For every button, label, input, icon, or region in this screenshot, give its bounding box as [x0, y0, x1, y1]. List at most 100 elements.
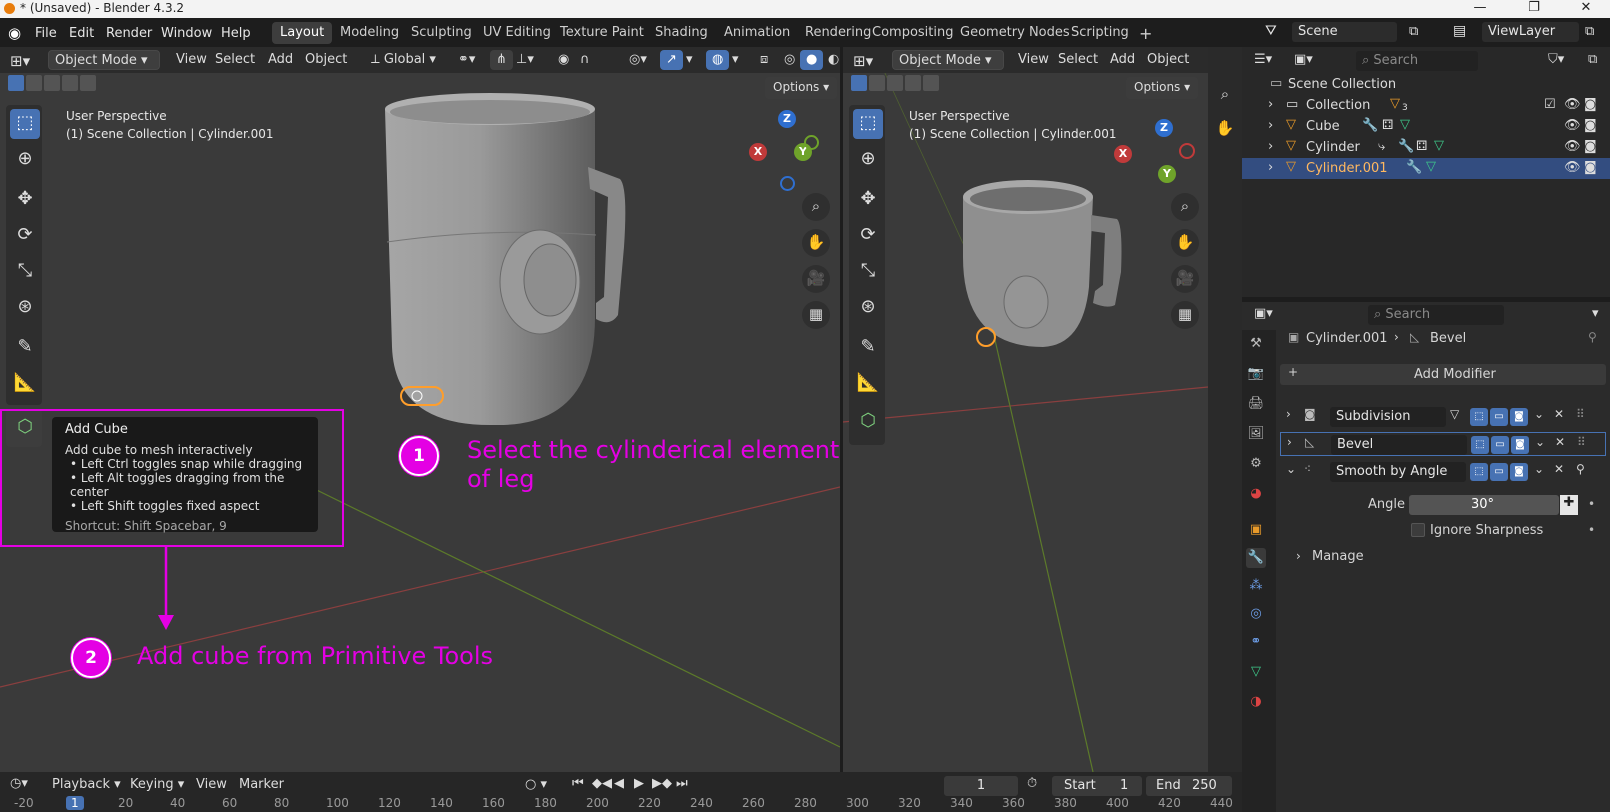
display-mode-icon[interactable]: ▣▾ [1288, 50, 1319, 70]
modifier-name-field[interactable]: Bevel [1331, 435, 1467, 455]
options-dropdown-right[interactable]: Options ▾ [1126, 77, 1199, 99]
view-layer-selector[interactable]: ViewLayer [1482, 22, 1579, 42]
editmode-toggle-icon[interactable]: ⬚ [1470, 463, 1488, 481]
outliner-row-cylinder-001[interactable]: › ▽ Cylinder.001 🔧 ▽ 👁 ◙ [1242, 158, 1610, 179]
drag-handle-icon[interactable]: ⠿ [1577, 435, 1586, 449]
viewport-toggle-icon[interactable]: ▭ [1491, 436, 1509, 454]
play-icon[interactable]: ▶ [634, 776, 644, 798]
keyframe-dot-icon[interactable]: • [1588, 497, 1595, 511]
menu-edit[interactable]: Edit [69, 26, 94, 41]
select-subtract-icon[interactable] [44, 75, 60, 91]
dropdown-icon[interactable]: ⌄ [1535, 435, 1545, 449]
new-view-layer-icon[interactable]: ⧉ [1585, 24, 1594, 39]
angle-field[interactable]: 30° [1409, 495, 1559, 515]
menu-object-right[interactable]: Object [1141, 50, 1195, 70]
material-shading-icon[interactable]: ◐ [822, 50, 840, 70]
select-extend-icon-right[interactable] [869, 75, 885, 91]
outliner-row-cube[interactable]: › ▽ Cube 🔧 ⚃ ▽ 👁 ◙ [1242, 116, 1610, 137]
expand-icon[interactable]: › [1268, 139, 1273, 154]
render-toggle-icon[interactable]: ◙ [1511, 436, 1529, 454]
rotate-icon-right[interactable]: ⟳ [853, 221, 883, 251]
editor-type-icon[interactable]: ⊞▾ [4, 50, 36, 70]
menu-render[interactable]: Render [106, 26, 152, 41]
minimize-button[interactable]: — [1460, 0, 1500, 18]
next-keyframe-icon[interactable]: ▶◆ [652, 776, 672, 798]
scene-selector[interactable]: Scene [1292, 22, 1397, 42]
render-toggle-icon[interactable]: ◙ [1510, 463, 1528, 481]
zoom-icon[interactable]: ⌕ [802, 193, 830, 221]
move-icon-right[interactable]: ✥ [853, 185, 883, 215]
close-button[interactable]: ✕ [1566, 0, 1606, 18]
expand-icon[interactable]: › [1268, 97, 1273, 112]
tab-modeling[interactable]: Modeling [332, 22, 407, 44]
outliner-row-cylinder[interactable]: › ▽ Cylinder ⤷ 🔧 ⚃ ▽ 👁 ◙ [1242, 137, 1610, 158]
properties-options-icon[interactable]: ▾ [1586, 304, 1605, 324]
new-scene-icon[interactable]: ⧉ [1409, 24, 1418, 39]
drag-handle-icon[interactable]: ⠿ [1576, 407, 1585, 421]
menu-select-right[interactable]: Select [1052, 50, 1104, 70]
pin-modifier-icon[interactable]: ⚲ [1576, 462, 1585, 476]
manage-label[interactable]: Manage [1312, 549, 1364, 564]
annotate-icon-right[interactable]: ✎ [853, 333, 883, 363]
exclude-checkbox-icon[interactable]: ☑ [1544, 97, 1556, 112]
orientation-dropdown[interactable]: ⟂ Global ▾ [365, 50, 442, 70]
xray-icon[interactable]: ⧈ [754, 50, 774, 70]
select-box-icon-right[interactable]: ⬚ [853, 109, 883, 139]
current-frame-field[interactable]: 1 [944, 776, 1018, 796]
add-cube-icon[interactable]: ⬡ [10, 413, 40, 443]
particles-tab-icon[interactable]: ⁂ [1246, 576, 1266, 596]
gizmo-y-axis-right[interactable]: Y [1158, 165, 1176, 183]
blender-menu-icon[interactable]: ◉ [8, 24, 21, 42]
eye-icon[interactable]: 👁 [1564, 139, 1581, 154]
outliner-row-scene-collection[interactable]: ▭ Scene Collection [1242, 74, 1610, 95]
falloff-icon[interactable]: ∩ [574, 50, 596, 70]
end-frame-field[interactable]: End 250 [1146, 776, 1232, 796]
outliner-row-collection[interactable]: › ▭ Collection ▽ 3 ☑ 👁 ◙ [1242, 95, 1610, 116]
editor-type-icon-right[interactable]: ⊞▾ [847, 50, 879, 70]
ignore-sharpness-checkbox[interactable] [1411, 523, 1425, 537]
menu-add[interactable]: Add [262, 50, 299, 70]
select-box-icon[interactable]: ⬚ [10, 109, 40, 139]
maximize-button[interactable]: ❐ [1514, 0, 1554, 18]
cursor-icon-right[interactable]: ⊕ [853, 145, 883, 175]
render-toggle-icon[interactable]: ◙ [1510, 408, 1528, 426]
keyframe-dot-icon[interactable]: • [1588, 523, 1595, 537]
pan-hand-icon-strip[interactable]: ✋ [1211, 115, 1239, 143]
add-cube-tool[interactable]: ⬡ [6, 409, 42, 447]
remove-modifier-icon[interactable]: ✕ [1554, 407, 1564, 421]
move-icon[interactable]: ✥ [10, 185, 40, 215]
measure-icon-right[interactable]: 📐 [853, 369, 883, 399]
physics-tab-icon[interactable]: ◎ [1246, 604, 1266, 624]
gizmo-neg-x-right[interactable] [1179, 143, 1195, 159]
render-tab-icon[interactable]: 📷 [1246, 364, 1266, 384]
viewport-right[interactable]: ⊞▾ Object Mode ▾ View Select Add Object … [843, 47, 1208, 772]
visibility-icon[interactable]: ◎▾ [623, 50, 653, 70]
pivot-icon[interactable]: ⚭▾ [452, 50, 481, 70]
tab-layout[interactable]: Layout [272, 22, 333, 44]
rotate-icon[interactable]: ⟳ [10, 221, 40, 251]
eye-icon[interactable]: 👁 [1564, 118, 1581, 133]
socket-toggle-icon[interactable]: ✚ [1560, 495, 1578, 515]
zoom-icon-strip[interactable]: ⌕ [1211, 81, 1239, 109]
add-cube-icon-right[interactable]: ⬡ [853, 407, 883, 437]
dropdown-icon[interactable]: ⌄ [1534, 407, 1544, 421]
view-layer-tab-icon[interactable]: 🖼 [1246, 424, 1266, 444]
scale-icon-right[interactable]: ⤡ [853, 257, 883, 287]
cursor-icon[interactable]: ⊕ [10, 145, 40, 175]
select-difference-icon-right[interactable] [905, 75, 921, 91]
tab-texture-paint[interactable]: Texture Paint [552, 22, 652, 44]
properties-editor-icon[interactable]: ▣▾ [1248, 304, 1279, 324]
outliner-editor-icon[interactable]: ☰▾ [1248, 50, 1278, 70]
menu-window[interactable]: Window [161, 26, 212, 41]
tab-shading[interactable]: Shading [647, 22, 716, 44]
mode-dropdown[interactable]: Object Mode ▾ [48, 50, 160, 70]
play-reverse-icon[interactable]: ◀ [614, 776, 624, 798]
tab-sculpting[interactable]: Sculpting [403, 22, 480, 44]
properties-search-input[interactable]: ⌕ Search [1368, 305, 1504, 325]
options-dropdown[interactable]: Options ▾ [765, 77, 838, 99]
remove-modifier-icon[interactable]: ✕ [1555, 435, 1565, 449]
eye-icon[interactable]: 👁 [1564, 160, 1581, 175]
viewport-toggle-icon[interactable]: ▭ [1490, 408, 1508, 426]
solid-shading-icon[interactable]: ● [800, 50, 824, 70]
expand-icon[interactable]: › [1268, 160, 1273, 175]
